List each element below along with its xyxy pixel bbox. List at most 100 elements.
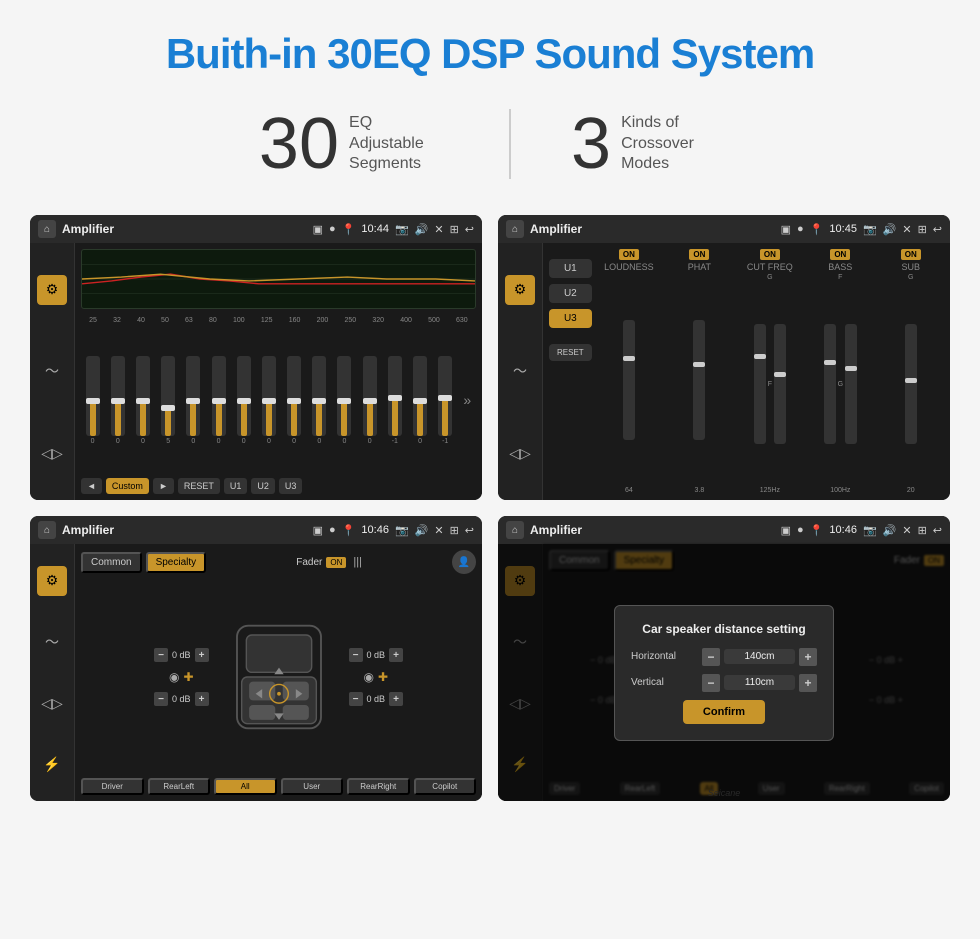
db-val-r1: 0 dB bbox=[367, 650, 386, 660]
fader-on-badge[interactable]: ON bbox=[326, 557, 346, 568]
eq-slider-3[interactable]: 5 bbox=[161, 350, 175, 450]
u3-btn[interactable]: U3 bbox=[279, 478, 303, 494]
u2-btn[interactable]: U2 bbox=[251, 478, 275, 494]
db-row-left-bot: − 0 dB + bbox=[154, 692, 209, 706]
bass-slider-r[interactable] bbox=[845, 324, 857, 444]
spk-wave-icon[interactable]: 〜 bbox=[37, 627, 67, 657]
u1-cross-btn[interactable]: U1 bbox=[549, 259, 592, 278]
eq-slider-14[interactable]: -1 bbox=[438, 350, 452, 450]
eq-settings-icon[interactable]: ⚙ bbox=[37, 275, 67, 305]
reset-btn[interactable]: RESET bbox=[178, 478, 220, 494]
screen3-back-icon: ↩ bbox=[465, 524, 474, 537]
home-icon-3[interactable]: ⌂ bbox=[38, 521, 56, 539]
eq-volume-icon[interactable]: ◁▷ bbox=[37, 438, 67, 468]
home-icon[interactable]: ⌂ bbox=[38, 220, 56, 238]
vertical-label: Vertical bbox=[631, 677, 696, 688]
rearright-btn[interactable]: RearRight bbox=[347, 778, 410, 795]
db-plus-r1[interactable]: + bbox=[389, 648, 403, 662]
spk-vol-icon[interactable]: ◁▷ bbox=[37, 688, 67, 718]
db-plus-l2[interactable]: + bbox=[195, 692, 209, 706]
cross-wave-icon[interactable]: 〜 bbox=[505, 356, 535, 386]
horizontal-ctrl: − 140cm + bbox=[702, 648, 817, 666]
eq-slider-13[interactable]: 0 bbox=[413, 350, 427, 450]
user-icon: 👤 bbox=[452, 550, 476, 574]
db-minus-r2[interactable]: − bbox=[349, 692, 363, 706]
screen2-title: Amplifier bbox=[530, 222, 582, 236]
eq-slider-2[interactable]: 0 bbox=[136, 350, 150, 450]
u2-cross-btn[interactable]: U2 bbox=[549, 284, 592, 303]
specialty-tab[interactable]: Specialty bbox=[146, 552, 207, 573]
cutfreq-slider-l[interactable] bbox=[754, 324, 766, 444]
sub-slider[interactable] bbox=[905, 324, 917, 444]
rearleft-btn[interactable]: RearLeft bbox=[148, 778, 211, 795]
custom-label[interactable]: Custom bbox=[106, 478, 149, 494]
eq-slider-6[interactable]: 0 bbox=[237, 350, 251, 450]
cross-settings-icon[interactable]: ⚙ bbox=[505, 275, 535, 305]
spk-bt-icon[interactable]: ⚡ bbox=[37, 749, 67, 779]
eq-slider-11[interactable]: 0 bbox=[363, 350, 377, 450]
screen-distance: ⌂ Amplifier ▣ ● 📍 10:46 📷 🔊 ✕ ⊞ ↩ ⚙ 〜 ◁▷… bbox=[498, 516, 950, 801]
eq-slider-12[interactable]: -1 bbox=[388, 350, 402, 450]
crossover-main: U1 U2 U3 RESET ON LOUDNESS bbox=[543, 243, 950, 500]
vertical-plus-btn[interactable]: + bbox=[799, 674, 817, 692]
spk-settings-icon[interactable]: ⚙ bbox=[37, 566, 67, 596]
u1-btn[interactable]: U1 bbox=[224, 478, 248, 494]
common-tab[interactable]: Common bbox=[81, 552, 142, 573]
screen4-grid-icon: ⊞ bbox=[918, 524, 927, 537]
screen2-cam-icon: 📷 bbox=[863, 223, 877, 236]
screen2-time: 10:45 bbox=[829, 223, 857, 235]
db-minus-l2[interactable]: − bbox=[154, 692, 168, 706]
screen1-vol-icon: 🔊 bbox=[415, 223, 429, 236]
u3-cross-btn[interactable]: U3 bbox=[549, 309, 592, 328]
eq-slider-1[interactable]: 0 bbox=[111, 350, 125, 450]
phat-slider[interactable] bbox=[693, 320, 705, 440]
eq-more-icon[interactable]: » bbox=[463, 350, 471, 450]
db-minus-l1[interactable]: − bbox=[154, 648, 168, 662]
cutfreq-on[interactable]: ON bbox=[760, 249, 780, 260]
db-plus-l1[interactable]: + bbox=[195, 648, 209, 662]
bass-on[interactable]: ON bbox=[830, 249, 850, 260]
sub-on[interactable]: ON bbox=[901, 249, 921, 260]
vertical-minus-btn[interactable]: − bbox=[702, 674, 720, 692]
bass-slider-l[interactable] bbox=[824, 324, 836, 444]
horizontal-plus-btn[interactable]: + bbox=[799, 648, 817, 666]
eq-slider-4[interactable]: 0 bbox=[186, 350, 200, 450]
db-plus-r2[interactable]: + bbox=[389, 692, 403, 706]
next-btn[interactable]: ► bbox=[153, 478, 174, 494]
eq-slider-9[interactable]: 0 bbox=[312, 350, 326, 450]
eq-slider-5[interactable]: 0 bbox=[212, 350, 226, 450]
cutfreq-slider-r[interactable] bbox=[774, 324, 786, 444]
reset-cross-btn[interactable]: RESET bbox=[549, 344, 592, 361]
prev-btn[interactable]: ◄ bbox=[81, 478, 102, 494]
copilot-btn[interactable]: Copilot bbox=[414, 778, 477, 795]
screen-speaker: ⌂ Amplifier ▣ ● 📍 10:46 📷 🔊 ✕ ⊞ ↩ ⚙ 〜 ◁▷… bbox=[30, 516, 482, 801]
all-btn[interactable]: All bbox=[214, 778, 277, 795]
cross-vol-icon[interactable]: ◁▷ bbox=[505, 438, 535, 468]
screen2-close-icon: ✕ bbox=[902, 223, 911, 236]
eq-slider-7[interactable]: 0 bbox=[262, 350, 276, 450]
speaker-left-panel: ⚙ 〜 ◁▷ ⚡ bbox=[30, 544, 75, 801]
screen4-time: 10:46 bbox=[829, 524, 857, 536]
screen3-content: ⚙ 〜 ◁▷ ⚡ Common Specialty Fader ON ||| 👤 bbox=[30, 544, 482, 801]
db-minus-r1[interactable]: − bbox=[349, 648, 363, 662]
db-val-r2: 0 dB bbox=[367, 694, 386, 704]
screen3-icon2: ● bbox=[329, 524, 336, 536]
screen4-title: Amplifier bbox=[530, 523, 582, 537]
loudness-slider[interactable] bbox=[623, 320, 635, 440]
driver-btn[interactable]: Driver bbox=[81, 778, 144, 795]
cutfreq-slider-wrap: F bbox=[754, 283, 786, 485]
eq-slider-0[interactable]: 0 bbox=[86, 350, 100, 450]
phat-on[interactable]: ON bbox=[689, 249, 709, 260]
confirm-button[interactable]: Confirm bbox=[683, 700, 765, 724]
user-btn[interactable]: User bbox=[281, 778, 344, 795]
eq-slider-8[interactable]: 0 bbox=[287, 350, 301, 450]
home-icon-4[interactable]: ⌂ bbox=[506, 521, 524, 539]
home-icon-2[interactable]: ⌂ bbox=[506, 220, 524, 238]
dialog-overlay: Car speaker distance setting Horizontal … bbox=[498, 544, 950, 801]
eq-slider-10[interactable]: 0 bbox=[337, 350, 351, 450]
horizontal-minus-btn[interactable]: − bbox=[702, 648, 720, 666]
loudness-on[interactable]: ON bbox=[619, 249, 639, 260]
eq-wave-icon[interactable]: 〜 bbox=[37, 356, 67, 386]
screen4-icon1: ▣ bbox=[781, 524, 791, 537]
screen3-time: 10:46 bbox=[361, 524, 389, 536]
